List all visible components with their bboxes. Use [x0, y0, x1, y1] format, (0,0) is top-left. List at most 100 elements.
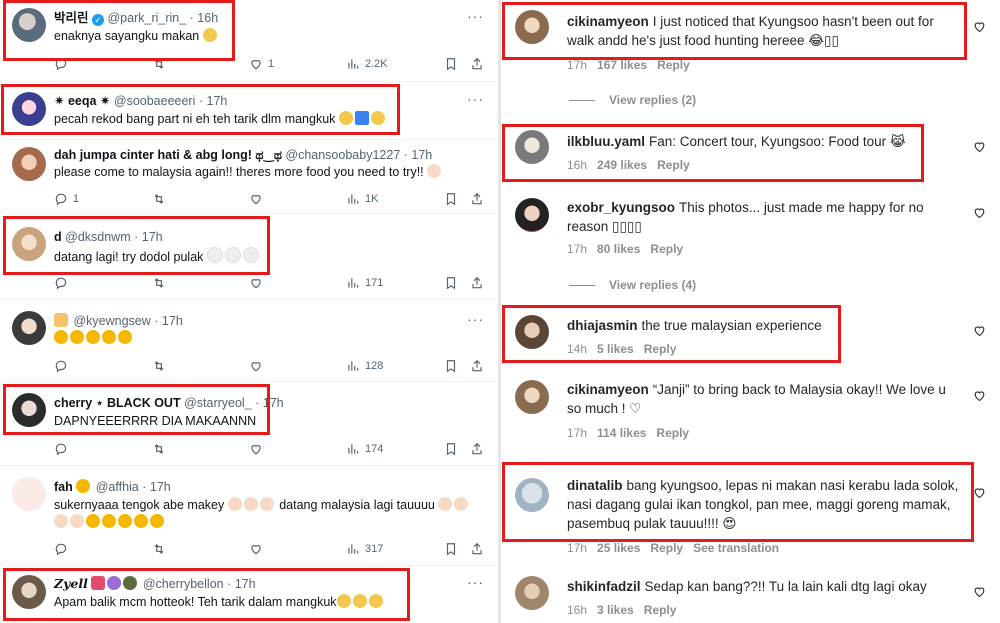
username[interactable]: cikinamyeon [567, 14, 649, 29]
reply-button[interactable]: 1 [54, 191, 79, 207]
timestamp[interactable]: · 17h [154, 314, 183, 328]
share-button[interactable] [470, 358, 484, 374]
display-name[interactable]: d [54, 230, 62, 244]
avatar[interactable] [515, 380, 549, 414]
avatar[interactable] [515, 198, 549, 232]
like-count[interactable]: 167 likes [597, 58, 647, 72]
username[interactable]: dhiajasmin [567, 318, 638, 333]
more-options-icon[interactable]: ··· [467, 574, 484, 590]
handle[interactable]: @kyewngsew [73, 314, 150, 328]
handle[interactable]: @affhia [96, 480, 139, 494]
avatar[interactable] [12, 227, 46, 261]
retweet-button[interactable] [152, 191, 166, 207]
reply-button[interactable]: Reply [657, 158, 690, 172]
handle[interactable]: @park_ri_rin_ [107, 11, 186, 25]
username[interactable]: cikinamyeon [567, 382, 649, 397]
tweet[interactable]: ✷ eeqa ✷ @soobaeeeeri · 17h ··· pecah re… [0, 82, 498, 140]
timestamp[interactable]: · 17h [255, 396, 284, 410]
avatar[interactable] [12, 92, 46, 126]
avatar[interactable] [515, 130, 549, 164]
like-button[interactable] [249, 275, 263, 291]
share-button[interactable] [470, 541, 484, 557]
views-button[interactable]: 128 [346, 358, 383, 374]
views-button[interactable]: 2.2K [346, 56, 388, 72]
avatar[interactable] [12, 147, 46, 181]
avatar[interactable] [12, 477, 46, 511]
avatar[interactable] [12, 8, 46, 42]
share-button[interactable] [470, 275, 484, 291]
like-heart-icon[interactable] [973, 324, 986, 337]
more-options-icon[interactable]: ··· [467, 8, 484, 24]
views-button[interactable]: 174 [346, 441, 383, 457]
bookmark-button[interactable] [444, 541, 458, 557]
bookmark-button[interactable] [444, 275, 458, 291]
like-count[interactable]: 80 likes [597, 242, 640, 256]
like-heart-icon[interactable] [973, 486, 986, 499]
tweet[interactable]: 박리린 ✓ @park_ri_rin_ · 16h ··· enaknya sa… [0, 0, 498, 82]
reply-button[interactable] [54, 275, 68, 291]
avatar[interactable] [515, 10, 549, 44]
view-replies-button[interactable]: View replies (2) [569, 93, 696, 107]
timestamp[interactable]: · 16h [190, 11, 219, 25]
bookmark-button[interactable] [444, 358, 458, 374]
username[interactable]: shikinfadzil [567, 579, 641, 594]
reply-button[interactable] [54, 358, 68, 374]
like-heart-icon[interactable] [973, 389, 986, 402]
like-heart-icon[interactable] [973, 20, 986, 33]
tweet[interactable]: cherry ⋆ BLACK OUT @starryeol_ · 17h DAP… [0, 381, 498, 466]
display-name[interactable]: ✷ eeqa ✷ [54, 94, 110, 108]
retweet-button[interactable] [152, 275, 166, 291]
reply-button[interactable]: Reply [650, 242, 683, 256]
retweet-button[interactable] [152, 358, 166, 374]
handle[interactable]: @cherrybellon [143, 577, 224, 591]
tweet[interactable]: Zyell @cherrybellon · 17h ··· Apam balik… [0, 565, 498, 623]
reply-button[interactable]: Reply [644, 342, 677, 356]
tweet[interactable]: fah @affhia · 17h sukernyaaa tengok abe … [0, 465, 498, 566]
reply-button[interactable] [54, 441, 68, 457]
like-button[interactable] [249, 541, 263, 557]
views-button[interactable]: 171 [346, 275, 383, 291]
like-count[interactable]: 249 likes [597, 158, 647, 172]
handle[interactable]: @dksdnwm [65, 230, 131, 244]
reply-button[interactable] [54, 56, 68, 72]
like-count[interactable]: 3 likes [597, 603, 634, 617]
like-heart-icon[interactable] [973, 206, 986, 219]
avatar[interactable] [12, 311, 46, 345]
handle[interactable]: @chansoobaby1227 [285, 148, 400, 162]
reply-button[interactable] [54, 541, 68, 557]
like-count[interactable]: 5 likes [597, 342, 634, 356]
view-replies-button[interactable]: View replies (4) [569, 278, 696, 292]
handle[interactable]: @starryeol_ [184, 396, 252, 410]
retweet-button[interactable] [152, 541, 166, 557]
timestamp[interactable]: · 17h [404, 148, 433, 162]
like-button[interactable] [249, 358, 263, 374]
views-button[interactable]: 1K [346, 191, 378, 207]
bookmark-button[interactable] [444, 56, 458, 72]
timestamp[interactable]: · 17h [227, 577, 256, 591]
display-name[interactable]: fah [54, 480, 73, 494]
like-button[interactable] [249, 191, 263, 207]
bookmark-button[interactable] [444, 191, 458, 207]
reply-button[interactable]: Reply [650, 541, 683, 555]
display-name[interactable]: 박리린 [54, 11, 89, 25]
tweet[interactable]: @kyewngsew · 17h ··· 128 [0, 299, 498, 382]
avatar[interactable] [515, 315, 549, 349]
share-button[interactable] [470, 191, 484, 207]
more-options-icon[interactable]: ··· [467, 311, 484, 327]
avatar[interactable] [515, 478, 549, 512]
tweet[interactable]: dah jumpa cinter hati & abg long! ಥ‿ಥ @c… [0, 139, 498, 214]
like-button[interactable] [249, 441, 263, 457]
avatar[interactable] [515, 576, 549, 610]
display-name[interactable]: Zyell [54, 576, 88, 591]
like-count[interactable]: 114 likes [597, 426, 646, 440]
share-button[interactable] [470, 441, 484, 457]
username[interactable]: dinatalib [567, 478, 623, 493]
reply-button[interactable]: Reply [644, 603, 677, 617]
retweet-button[interactable] [152, 56, 166, 72]
views-button[interactable]: 317 [346, 541, 383, 557]
username[interactable]: ilkbluu.yaml [567, 134, 645, 149]
display-name[interactable]: cherry ⋆ BLACK OUT [54, 396, 181, 410]
like-heart-icon[interactable] [973, 585, 986, 598]
more-options-icon[interactable]: ··· [467, 91, 484, 107]
username[interactable]: exobr_kyungsoo [567, 200, 675, 215]
